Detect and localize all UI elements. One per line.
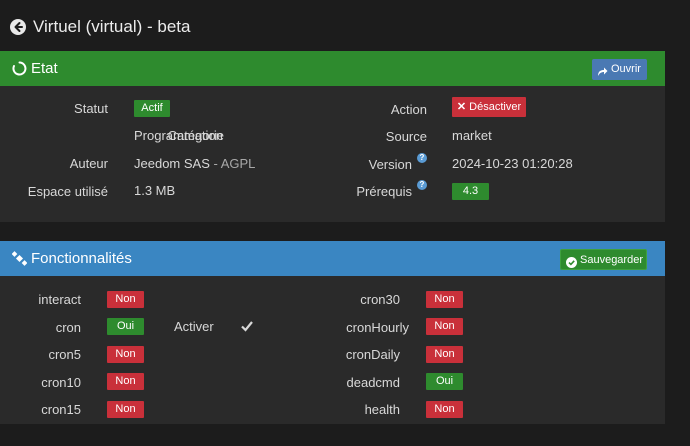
page-title: Virtuel (virtual) - beta	[33, 17, 191, 36]
author-value: Jeedom SAS - AGPL	[134, 156, 255, 171]
open-button-label: Ouvrir	[611, 63, 641, 75]
check-circle-icon	[566, 255, 577, 268]
status-badge: Actif	[134, 100, 170, 117]
feature-status-badge: Non	[107, 401, 144, 418]
feature-status-badge: Non	[107, 373, 144, 390]
feature-name: interact	[38, 292, 81, 307]
feature-status-badge: Non	[426, 346, 463, 363]
feature-name: cronHourly	[346, 320, 409, 335]
features-title: Fonctionnalités	[31, 250, 132, 267]
satellite-icon	[11, 251, 28, 266]
author-license: - AGPL	[209, 156, 256, 171]
prerequisites-badge: 4.3	[452, 183, 489, 200]
features-panel-header: Fonctionnalités Sauvegarder	[0, 241, 665, 276]
close-icon: ✕	[456, 101, 467, 113]
feature-name: health	[364, 402, 400, 417]
space-used-label: Espace utilisé	[27, 184, 108, 199]
author-label: Auteur	[69, 156, 108, 171]
prerequisites-label: Prérequis	[356, 184, 412, 199]
action-label: Action	[390, 102, 427, 117]
version-label: Version	[368, 157, 412, 172]
feature-name: deadcmd	[346, 375, 400, 390]
open-button[interactable]: Ouvrir	[592, 59, 647, 80]
etat-panel-header: Etat Ouvrir	[0, 51, 665, 86]
back-arrow-icon[interactable]	[10, 19, 26, 35]
feature-name: cron15	[41, 402, 81, 417]
activate-checkbox-check-icon[interactable]	[240, 319, 254, 333]
feature-name: cron10	[41, 375, 81, 390]
author-name: Jeedom SAS	[134, 156, 210, 171]
version-help-icon[interactable]: ?	[417, 153, 427, 163]
feature-status-badge: Non	[426, 401, 463, 418]
save-button-label: Sauvegarder	[580, 254, 643, 266]
deactivate-button-label: Désactiver	[469, 101, 522, 113]
save-button[interactable]: Sauvegarder	[560, 249, 647, 270]
source-label: Source	[385, 129, 427, 144]
space-used-value: 1.3 MB	[134, 183, 176, 198]
features-panel: Fonctionnalités Sauvegarder	[0, 241, 665, 424]
source-value: market	[452, 128, 492, 143]
etat-title: Etat	[31, 60, 58, 77]
feature-status-badge: Non	[107, 346, 144, 363]
feature-status-badge: Non	[426, 318, 463, 335]
deactivate-button[interactable]: ✕ Désactiver	[452, 97, 526, 117]
feature-name: cronDaily	[345, 347, 400, 362]
feature-status-badge: Non	[426, 291, 463, 308]
version-value: 2024-10-23 01:20:28	[452, 156, 573, 171]
feature-name: cron	[55, 320, 81, 335]
feature-status-badge: Oui	[107, 318, 144, 335]
category-value: Programmation	[134, 128, 223, 143]
feature-name: cron30	[360, 292, 400, 307]
share-icon	[597, 64, 608, 76]
status-label: Statut	[74, 101, 108, 116]
prerequisites-help-icon[interactable]: ?	[417, 180, 427, 190]
feature-name: cron5	[48, 347, 81, 362]
refresh-icon	[12, 61, 27, 76]
title-bar: Virtuel (virtual) - beta	[0, 0, 690, 50]
feature-status-badge: Oui	[426, 373, 463, 390]
feature-status-badge: Non	[107, 291, 144, 308]
activate-label: Activer	[174, 319, 214, 334]
